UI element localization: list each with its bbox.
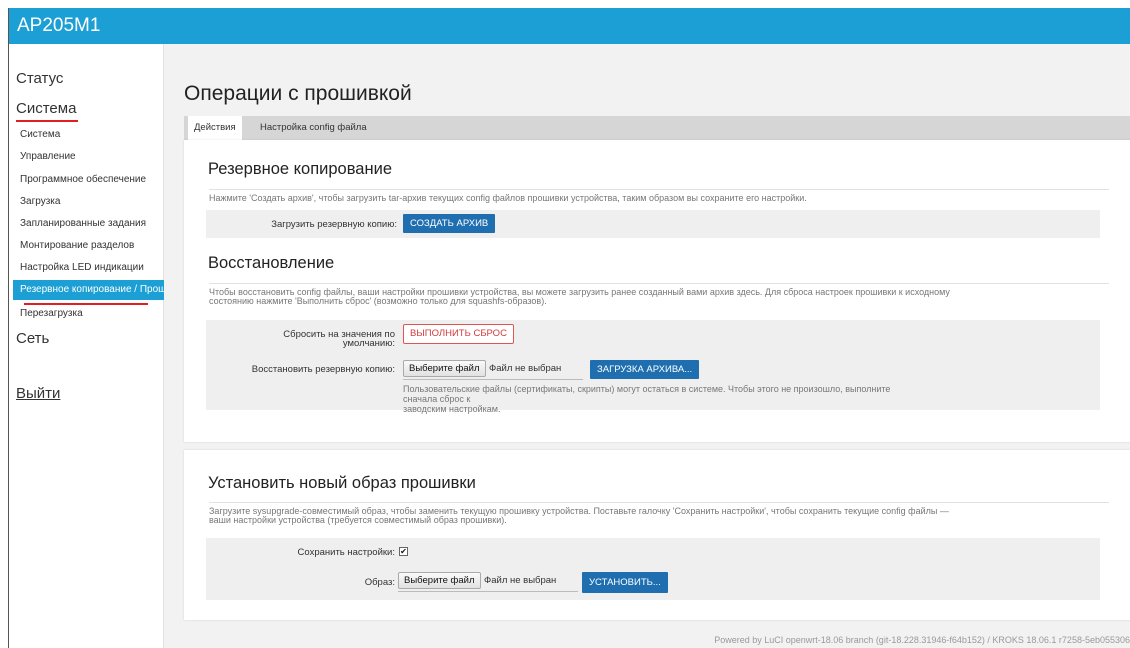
create-archive-button[interactable]: СОЗДАТЬ АРХИВ [403,214,496,233]
backup-restore-card: Резервное копирование Нажмите 'Создать а… [184,140,1130,442]
flash-desc-line2: ваши настройки устройства (требуется сов… [209,515,507,525]
backup-label: Загрузить резервную копию: [271,219,397,230]
brand-title[interactable]: AP205M1 [17,15,100,37]
restore-file-input[interactable]: Выберите файл Файл не выбран [403,360,583,380]
sidebar: Статус Система Система Управление Програ… [9,44,164,648]
sidebar-sub-mount-points[interactable]: Монтирование разделов [20,240,163,251]
sidebar-sub-software[interactable]: Программное обеспечение [20,174,163,185]
sidebar-item-network[interactable]: Сеть [16,330,49,347]
tab-config[interactable]: Настройка config файла [254,116,373,140]
restore-note: Пользовательские файлы (сертификаты, скр… [403,384,923,414]
restore-note-line2: заводским настройкам. [403,404,501,414]
page-title: Операции с прошивкой [184,82,412,105]
tab-actions[interactable]: Действия [188,116,242,141]
restore-choose-file-button[interactable]: Выберите файл [403,360,486,377]
restore-file-status: Файл не выбран [489,363,562,374]
reset-label: Сбросить на значения по умолчанию: [206,330,395,349]
image-file-input[interactable]: Выберите файл Файл не выбран [398,572,578,592]
restore-note-line1: Пользовательские файлы (сертификаты, скр… [403,384,891,404]
sidebar-sub-reboot[interactable]: Перезагрузка [20,308,163,319]
backup-title: Резервное копирование [208,160,392,178]
app-frame: AP205M1 Статус Система Система Управлени… [8,8,1130,648]
backup-underline [24,303,148,305]
sidebar-sub-scheduled-tasks[interactable]: Запланированные задания [20,218,163,229]
system-underline [16,120,78,122]
reset-label-line2: умолчанию: [342,338,395,349]
restore-label: Восстановить резервную копию: [251,364,395,375]
restore-title: Восстановление [208,254,335,272]
restore-desc-line2: состоянию нажмите 'Выполнить сброс' (воз… [209,296,547,306]
sidebar-sub-backup-flash[interactable]: Резервное копирование / Прошивка [13,280,164,300]
upload-archive-button[interactable]: ЗАГРУЗКА АРХИВА... [590,360,700,379]
backup-row: Загрузить резервную копию: СОЗДАТЬ АРХИВ [206,210,1100,238]
flash-title: Установить новый образ прошивки [208,474,476,492]
flash-description: Загрузите sysupgrade-совместимый образ, … [209,502,1109,525]
reset-button[interactable]: ВЫПОЛНИТЬ СБРОС [403,324,514,344]
install-button[interactable]: УСТАНОВИТЬ... [582,572,668,593]
footer-text: Powered by LuCI openwrt-18.06 branch (gi… [714,635,1130,645]
keep-settings-checkbox[interactable]: ✔ [399,547,408,556]
keep-settings-label: Сохранить настройки: [297,547,395,558]
sidebar-sub-startup[interactable]: Загрузка [20,196,163,207]
sidebar-sub-system[interactable]: Система [20,129,163,140]
flash-row: Сохранить настройки: ✔ Образ: Выберите ф… [206,538,1100,600]
restore-description: Чтобы восстановить config файлы, ваши на… [209,283,1109,306]
sidebar-item-system[interactable]: Система [16,100,76,117]
top-bar: AP205M1 [9,8,1130,44]
flash-card: Установить новый образ прошивки Загрузит… [184,450,1130,620]
sidebar-sub-management[interactable]: Управление [20,151,163,162]
image-label: Образ: [364,577,395,588]
sidebar-item-status[interactable]: Статус [16,70,63,87]
restore-row: Сбросить на значения по умолчанию: ВЫПОЛ… [206,320,1100,414]
logout-link[interactable]: Выйти [16,385,60,402]
sidebar-sub-led[interactable]: Настройка LED индикации [20,262,163,273]
backup-description: Нажмите 'Создать архив', чтобы загрузить… [209,189,1109,203]
tab-bar: Действия Настройка config файла [184,116,1130,141]
image-file-status: Файл не выбран [484,575,557,586]
image-choose-file-button[interactable]: Выберите файл [398,572,481,589]
main-content: Операции с прошивкой Действия Настройка … [164,44,1130,648]
